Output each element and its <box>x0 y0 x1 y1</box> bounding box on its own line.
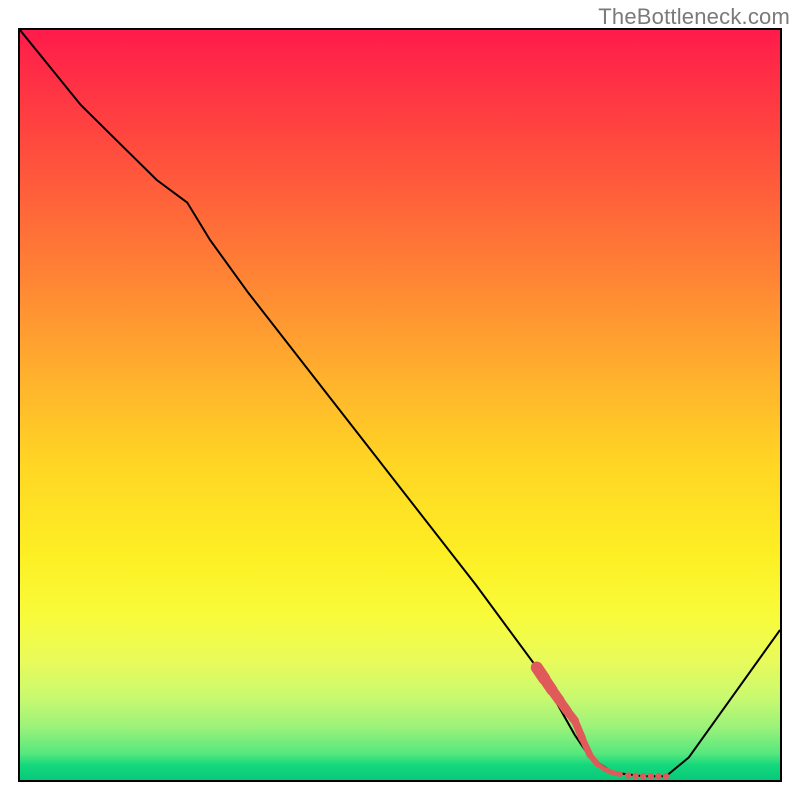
highlight-segment <box>537 668 669 780</box>
plot-area <box>18 28 782 782</box>
chart-root: TheBottleneck.com <box>0 0 800 800</box>
curve-layer <box>20 30 780 780</box>
bottleneck-curve <box>20 30 780 776</box>
watermark-text: TheBottleneck.com <box>598 4 790 30</box>
